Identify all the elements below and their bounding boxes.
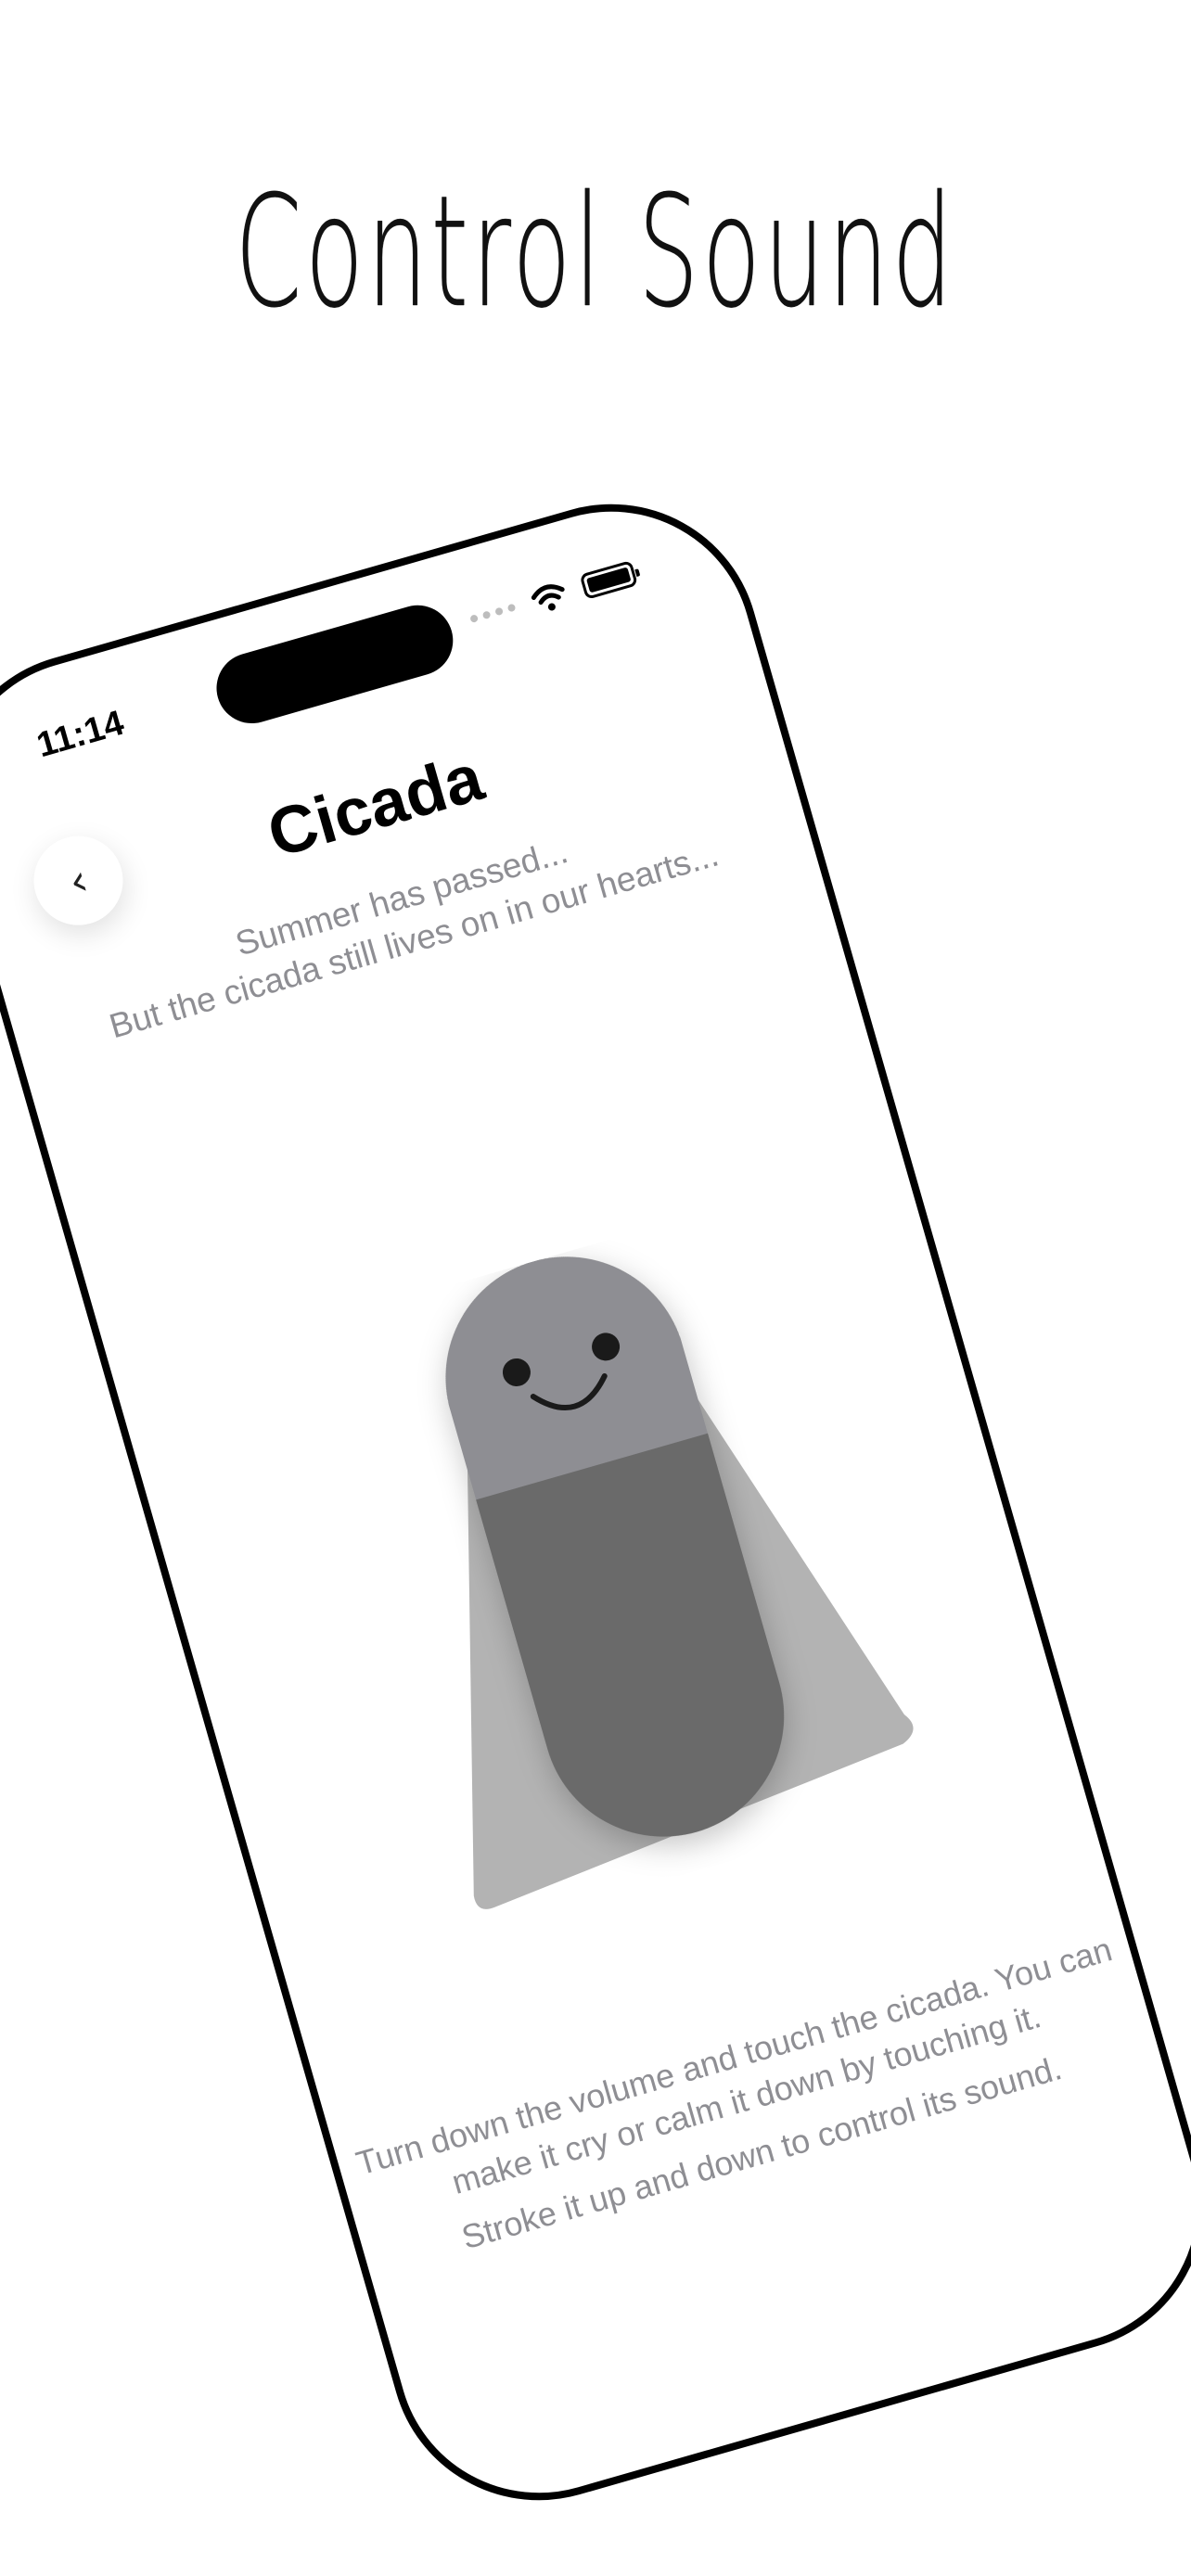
- status-indicators: [467, 558, 639, 633]
- cellular-signal-icon: [469, 603, 517, 624]
- instructions: Turn down the volume and touch the cicad…: [334, 1922, 1162, 2288]
- cicada-character[interactable]: [284, 1190, 957, 1939]
- dynamic-island: [208, 596, 462, 733]
- phone-mockup: 11:14 ‹ Cicada Summer has passed... But …: [0, 468, 1191, 2536]
- battery-icon: [579, 560, 639, 600]
- wifi-icon: [531, 584, 565, 611]
- hero-title: Control Sound: [235, 163, 956, 342]
- status-time: 11:14: [32, 703, 129, 766]
